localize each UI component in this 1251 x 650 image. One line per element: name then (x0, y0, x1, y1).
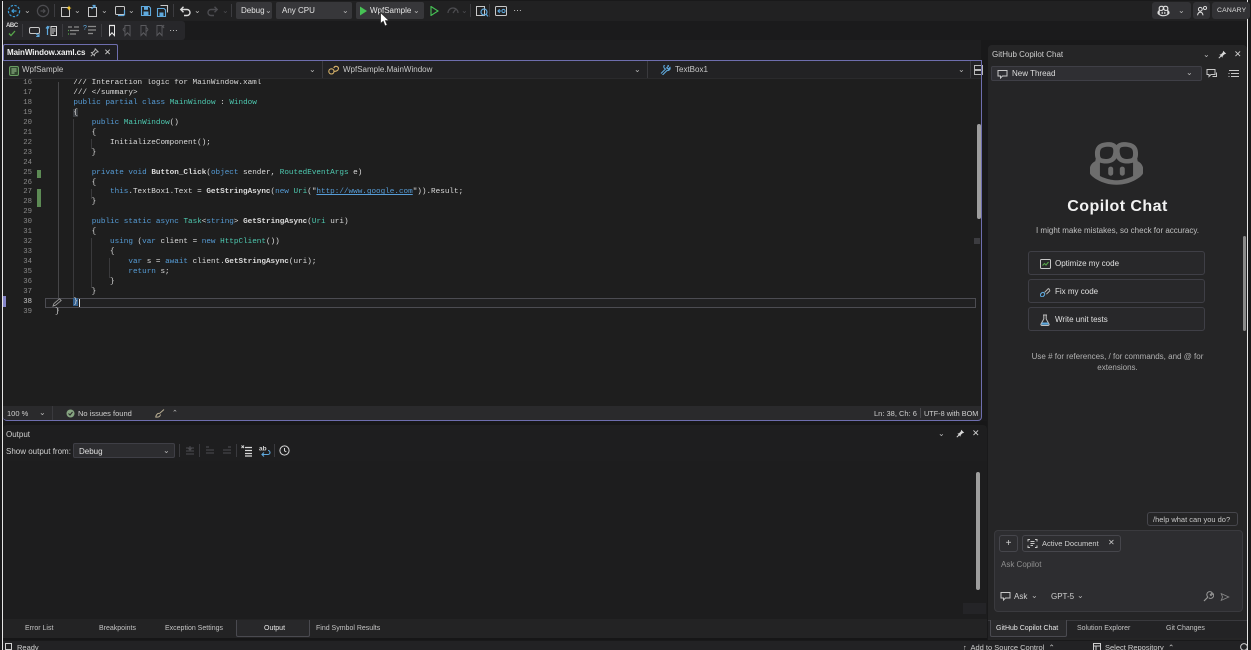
svg-text:?: ? (83, 25, 87, 32)
svg-text:ab: ab (259, 446, 267, 453)
